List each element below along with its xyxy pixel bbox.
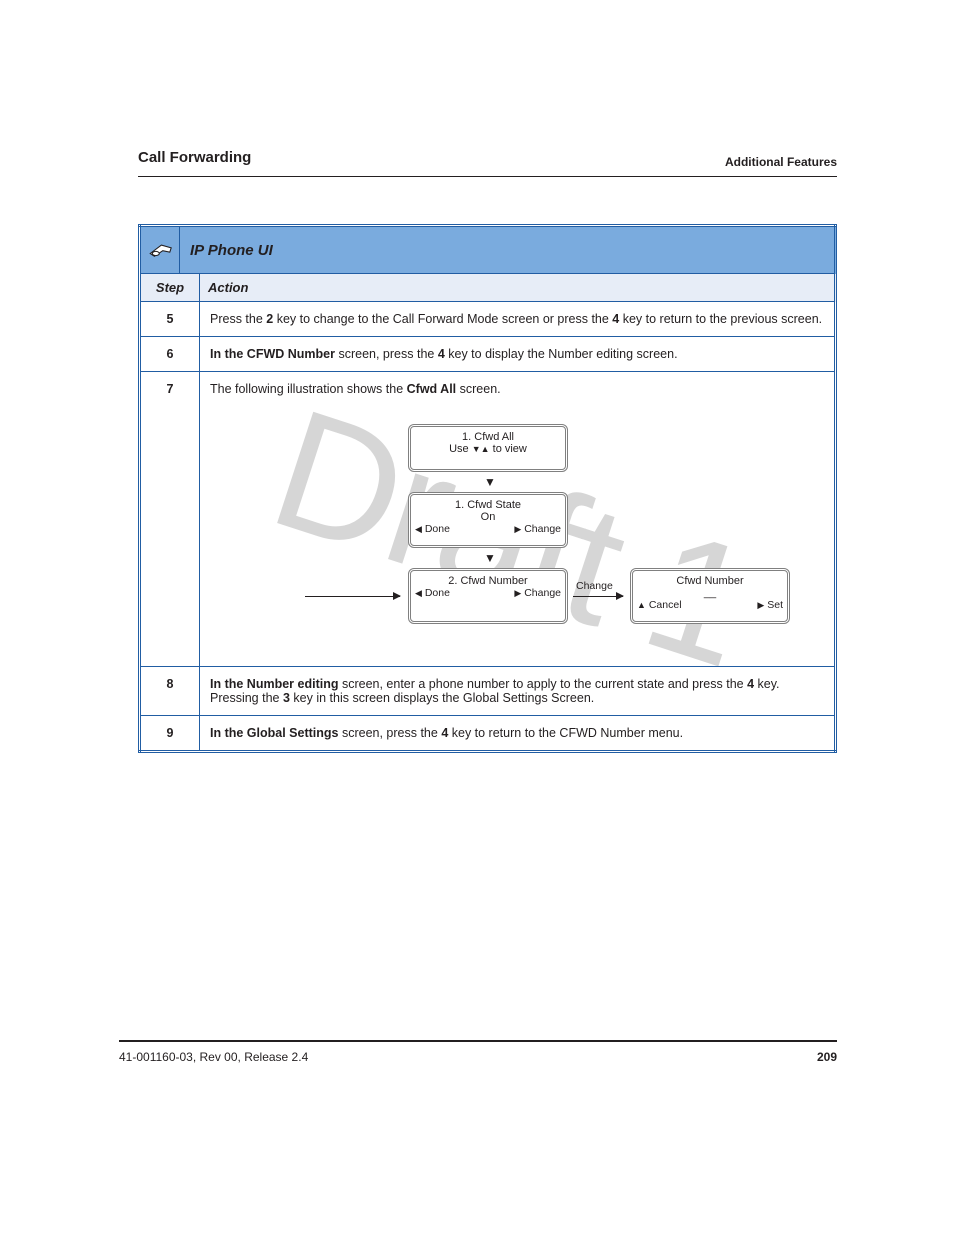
screen-title: 2. Cfwd Number bbox=[411, 575, 565, 587]
screen-title: 1. Cfwd State bbox=[411, 499, 565, 511]
screen-value: __ bbox=[633, 587, 787, 599]
footer-left: 41-001160-03, Rev 00, Release 2.4 bbox=[119, 1050, 308, 1064]
table-row: 7 The following illustration shows the C… bbox=[140, 372, 836, 667]
screen-cfwd-all: 1. Cfwd All Use ▼▲ to view bbox=[408, 424, 568, 472]
table-subheader: Step Action bbox=[140, 274, 836, 302]
step-text: In the Number editing screen, enter a ph… bbox=[200, 667, 836, 716]
screen-title: 1. Cfwd All bbox=[411, 431, 565, 443]
step-num: 6 bbox=[140, 337, 200, 372]
triangle-up-icon: ▲ bbox=[481, 444, 490, 454]
triangle-right-icon: ▶ bbox=[514, 524, 521, 534]
triangle-left-icon: ◀ bbox=[415, 524, 422, 534]
step-text: Press the 2 key to change to the Call Fo… bbox=[200, 302, 836, 337]
arrow-right-icon bbox=[305, 596, 400, 597]
screen-hint: Use ▼▲ to view bbox=[411, 443, 565, 455]
screen-value: On bbox=[411, 511, 565, 523]
triangle-up-icon: ▲ bbox=[637, 600, 646, 610]
arrow-right-icon bbox=[573, 596, 623, 597]
table-header: IP Phone UI bbox=[140, 226, 836, 274]
screen-flow-diagram: 1. Cfwd All Use ▼▲ to view ▼ 1. Cfwd Sta… bbox=[210, 396, 824, 656]
col-action: Action bbox=[200, 274, 836, 302]
screen-cfwd-state: 1. Cfwd State On ◀ Done ▶ Change bbox=[408, 492, 568, 548]
step-num: 7 bbox=[140, 372, 200, 667]
instruction-table: IP Phone UI Step Action 5 Press the 2 ke… bbox=[138, 224, 837, 753]
softkey-cancel: ▲ Cancel bbox=[637, 599, 682, 611]
softkey-done: ◀ Done bbox=[415, 587, 450, 599]
section-right: Additional Features bbox=[725, 155, 837, 169]
screen-title: Cfwd Number bbox=[633, 575, 787, 587]
col-step: Step bbox=[140, 274, 200, 302]
phone-icon bbox=[141, 227, 180, 273]
softkey-change: ▶ Change bbox=[514, 523, 561, 535]
section-left: Call Forwarding bbox=[138, 149, 251, 166]
step-num: 8 bbox=[140, 667, 200, 716]
arrow-label: Change bbox=[576, 580, 613, 592]
triangle-down-icon: ▼ bbox=[484, 551, 496, 565]
triangle-right-icon: ▶ bbox=[514, 588, 521, 598]
step-text: In the Global Settings screen, press the… bbox=[200, 716, 836, 752]
step-num: 5 bbox=[140, 302, 200, 337]
section-rule bbox=[138, 176, 837, 177]
softkey-set: ▶ Set bbox=[757, 599, 783, 611]
step-num: 9 bbox=[140, 716, 200, 752]
step-text: In the CFWD Number screen, press the 4 k… bbox=[200, 337, 836, 372]
triangle-down-icon: ▼ bbox=[484, 475, 496, 489]
softkey-done: ◀ Done bbox=[415, 523, 450, 535]
table-row: 6 In the CFWD Number screen, press the 4… bbox=[140, 337, 836, 372]
step-text: The following illustration shows the Cfw… bbox=[200, 372, 836, 667]
screen-cfwd-number: 2. Cfwd Number ◀ Done ▶ Change bbox=[408, 568, 568, 624]
table-row: 5 Press the 2 key to change to the Call … bbox=[140, 302, 836, 337]
page-number: 209 bbox=[817, 1050, 837, 1064]
table-row: 8 In the Number editing screen, enter a … bbox=[140, 667, 836, 716]
triangle-down-icon: ▼ bbox=[472, 444, 481, 454]
triangle-right-icon: ▶ bbox=[757, 600, 764, 610]
screen-cfwd-number-edit: Cfwd Number __ ▲ Cancel ▶ Set bbox=[630, 568, 790, 624]
triangle-left-icon: ◀ bbox=[415, 588, 422, 598]
table-row: 9 In the Global Settings screen, press t… bbox=[140, 716, 836, 752]
table-header-title: IP Phone UI bbox=[180, 242, 273, 259]
footer-rule bbox=[119, 1040, 837, 1042]
softkey-change: ▶ Change bbox=[514, 587, 561, 599]
